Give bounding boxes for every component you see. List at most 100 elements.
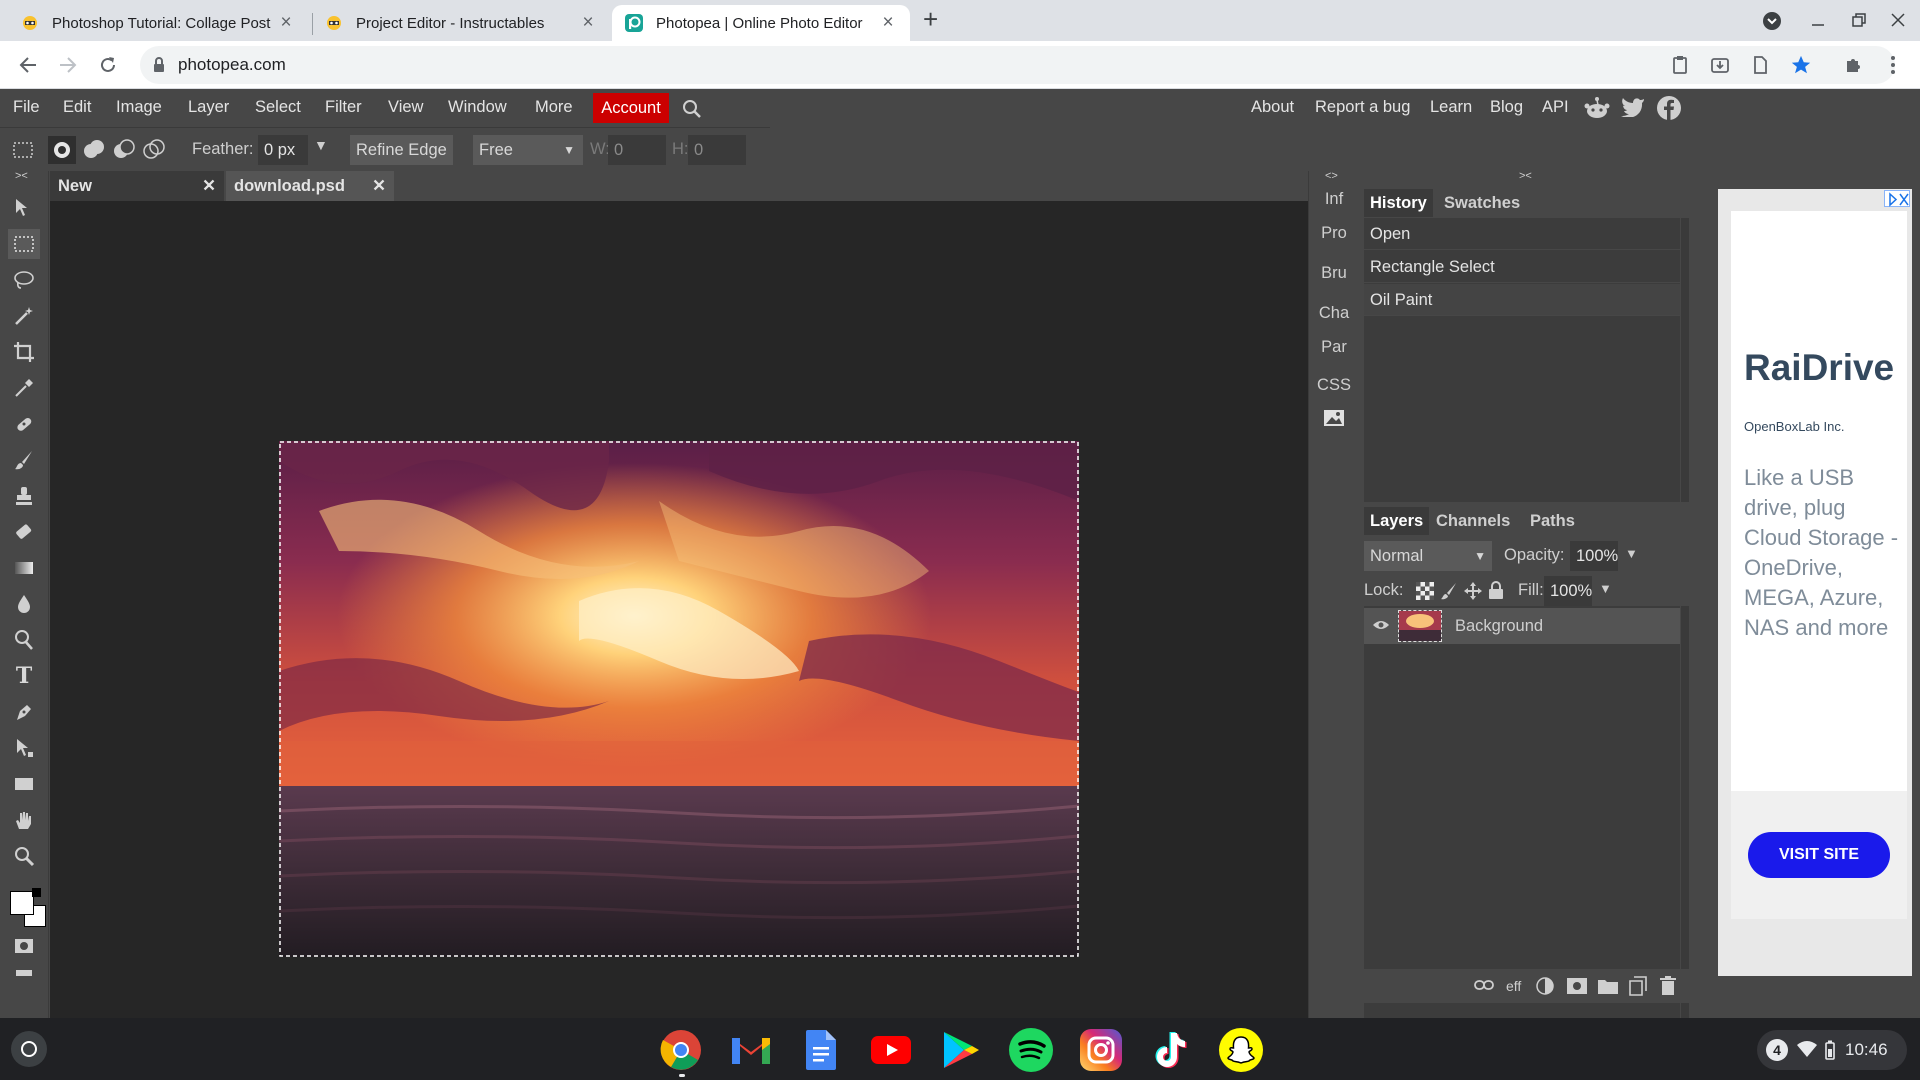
gradient-tool-icon[interactable] xyxy=(8,553,40,583)
delete-layer-trash-icon[interactable] xyxy=(1659,976,1677,996)
twitter-icon[interactable] xyxy=(1621,97,1645,117)
history-item-current[interactable]: Oil Paint xyxy=(1364,284,1680,316)
eyedropper-tool-icon[interactable] xyxy=(8,373,40,403)
layer-effects-button[interactable]: eff xyxy=(1506,978,1521,994)
docs-icon[interactable] xyxy=(799,1028,843,1072)
menu-window[interactable]: Window xyxy=(448,98,507,117)
crop-tool-icon[interactable] xyxy=(8,337,40,367)
quick-mask-icon[interactable] xyxy=(8,931,40,961)
reload-icon[interactable] xyxy=(93,50,123,80)
pen-tool-icon[interactable] xyxy=(8,697,40,727)
zoom-tool-icon[interactable] xyxy=(8,841,40,871)
width-input[interactable]: 0 xyxy=(608,135,666,165)
bookmark-star-icon[interactable] xyxy=(1790,54,1812,76)
intersect-selection-icon[interactable] xyxy=(140,136,168,164)
close-doc-icon[interactable]: ✕ xyxy=(202,171,216,201)
healing-brush-tool-icon[interactable] xyxy=(8,409,40,439)
close-window-icon[interactable] xyxy=(1890,12,1906,28)
play-store-icon[interactable] xyxy=(939,1028,983,1072)
rectangle-shape-tool-icon[interactable] xyxy=(8,769,40,799)
path-select-tool-icon[interactable] xyxy=(8,733,40,763)
tab-history[interactable]: History xyxy=(1364,189,1433,217)
expand-panels-icon[interactable]: <> xyxy=(1325,170,1338,182)
clipboard-icon[interactable] xyxy=(1670,55,1690,75)
info-panel-tab[interactable]: Inf xyxy=(1309,190,1359,209)
fill-input[interactable]: 100% xyxy=(1544,576,1592,606)
refine-edge-button[interactable]: Refine Edge xyxy=(350,135,453,165)
launcher-button[interactable] xyxy=(11,1031,47,1067)
lock-position-move-icon[interactable] xyxy=(1464,582,1482,600)
subtract-selection-icon[interactable] xyxy=(110,136,138,164)
chrome-icon[interactable] xyxy=(659,1028,703,1072)
close-tab-icon[interactable]: × xyxy=(578,12,598,34)
browser-tab-1[interactable]: Photoshop Tutorial: Collage Post × xyxy=(8,5,308,41)
move-tool-icon[interactable] xyxy=(8,193,40,223)
tab-swatches[interactable]: Swatches xyxy=(1438,189,1526,217)
history-item[interactable]: Rectangle Select xyxy=(1364,251,1680,283)
new-group-folder-icon[interactable] xyxy=(1598,978,1618,994)
search-icon[interactable] xyxy=(682,99,702,119)
close-doc-icon[interactable]: ✕ xyxy=(372,171,386,201)
brush-panel-tab[interactable]: Bru xyxy=(1309,264,1359,283)
tab-channels[interactable]: Channels xyxy=(1430,507,1516,535)
restore-icon[interactable] xyxy=(1851,12,1867,28)
gmail-icon[interactable] xyxy=(729,1028,773,1072)
close-tab-icon[interactable]: × xyxy=(878,12,898,34)
youtube-icon[interactable] xyxy=(869,1028,913,1072)
document-image-oil-paint-sunset[interactable] xyxy=(279,441,1079,957)
lock-transparency-icon[interactable] xyxy=(1416,582,1434,600)
extensions-puzzle-icon[interactable] xyxy=(1838,50,1868,80)
rectangle-select-tool-icon[interactable] xyxy=(8,229,40,259)
menu-image[interactable]: Image xyxy=(116,98,162,117)
hand-tool-icon[interactable] xyxy=(8,805,40,835)
paragraph-panel-tab[interactable]: Par xyxy=(1309,338,1359,357)
back-icon[interactable] xyxy=(13,50,43,80)
link-blog[interactable]: Blog xyxy=(1490,98,1523,117)
menu-more[interactable]: More xyxy=(535,98,573,117)
blur-tool-icon[interactable] xyxy=(8,589,40,619)
menu-filter[interactable]: Filter xyxy=(325,98,362,117)
layer-row[interactable]: Background xyxy=(1364,608,1680,644)
tools-collapse-icon[interactable]: >< xyxy=(15,170,28,182)
default-colors-icon[interactable] xyxy=(32,888,41,897)
doc-tab-new-project[interactable]: New Project.psd ✕ xyxy=(50,171,224,225)
lock-pixels-brush-icon[interactable] xyxy=(1440,582,1458,600)
opacity-dropdown-icon[interactable]: ▼ xyxy=(1625,546,1638,561)
instagram-icon[interactable] xyxy=(1079,1028,1123,1072)
visit-site-button[interactable]: VISIT SITE xyxy=(1748,832,1890,878)
link-layers-icon[interactable] xyxy=(1474,979,1494,991)
brush-tool-icon[interactable] xyxy=(8,445,40,475)
chrome-menu-icon[interactable] xyxy=(1878,50,1908,80)
menu-layer[interactable]: Layer xyxy=(188,98,229,117)
page-icon[interactable] xyxy=(1750,55,1770,75)
browser-tab-2[interactable]: Project Editor - Instructables × xyxy=(312,5,610,41)
screen-mode-icon[interactable] xyxy=(8,958,40,988)
history-item[interactable]: Open xyxy=(1364,218,1680,250)
foreground-color-swatch[interactable] xyxy=(10,891,34,915)
status-tray[interactable]: 4 10:46 xyxy=(1757,1030,1907,1070)
new-layer-icon[interactable] xyxy=(1629,976,1647,996)
spotify-icon[interactable] xyxy=(1009,1028,1053,1072)
feather-dropdown-icon[interactable]: ▼ xyxy=(314,137,328,153)
link-report-bug[interactable]: Report a bug xyxy=(1315,98,1410,117)
menu-view[interactable]: View xyxy=(388,98,423,117)
lasso-tool-icon[interactable] xyxy=(8,265,40,295)
menu-file[interactable]: File xyxy=(13,98,40,117)
selection-style-select[interactable]: Free ▼ xyxy=(473,135,583,165)
doc-tab-download[interactable]: download.psd * ✕ xyxy=(226,171,394,225)
tab-layers[interactable]: Layers xyxy=(1364,507,1430,535)
close-tab-icon[interactable]: × xyxy=(276,12,296,34)
marquee-tool-preset-icon[interactable] xyxy=(12,140,34,160)
character-panel-tab[interactable]: Cha xyxy=(1309,304,1359,323)
minimize-icon[interactable] xyxy=(1810,12,1826,28)
layer-name[interactable]: Background xyxy=(1455,617,1543,636)
magic-wand-tool-icon[interactable] xyxy=(8,301,40,331)
lock-all-icon[interactable] xyxy=(1488,581,1504,600)
new-tab-button[interactable]: + xyxy=(923,4,938,35)
layers-scrollbar[interactable] xyxy=(1681,606,1689,1018)
dodge-tool-icon[interactable] xyxy=(8,625,40,655)
history-scrollbar[interactable] xyxy=(1681,218,1689,502)
adjustment-layer-icon[interactable] xyxy=(1536,977,1554,995)
reddit-icon[interactable] xyxy=(1584,96,1610,120)
forward-icon[interactable] xyxy=(53,50,83,80)
